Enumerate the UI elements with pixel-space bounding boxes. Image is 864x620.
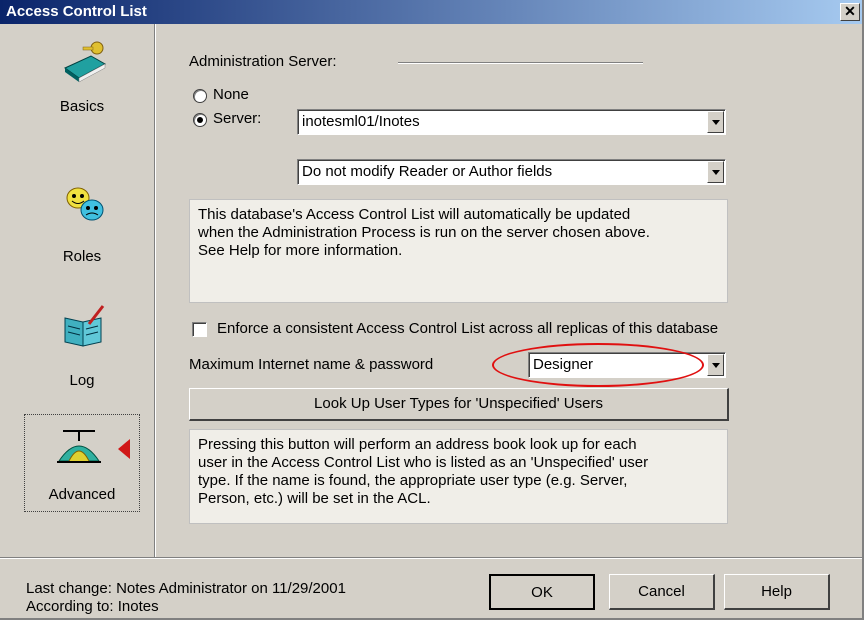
lookup-info-text: Pressing this button will perform an add… (189, 429, 728, 524)
nav-label-roles: Roles (62, 248, 102, 265)
nav-label-log: Log (69, 372, 95, 389)
enforce-checkbox[interactable] (192, 322, 207, 337)
log-book-icon (64, 305, 105, 347)
nav-item-roles[interactable]: Roles (25, 176, 139, 286)
nav-label-advanced: Advanced (48, 486, 116, 503)
help-button[interactable]: Help (724, 574, 830, 610)
radio-server[interactable] (193, 113, 207, 127)
admin-info-text: This database's Access Control List will… (189, 199, 728, 303)
radio-selected-dot (197, 117, 203, 123)
enforce-label: Enforce a consistent Access Control List… (217, 320, 719, 337)
heading-rule (398, 62, 643, 64)
close-icon: ✕ (844, 3, 856, 19)
acl-dialog: Access Control List ✕ Basics Roles Log A… (0, 0, 864, 620)
propeller-hat-icon (57, 430, 101, 463)
modify-fields-dropdown-button[interactable] (707, 161, 724, 183)
server-value: inotesml01/Inotes (302, 113, 420, 130)
selected-pointer-icon (118, 439, 130, 459)
max-internet-label: Maximum Internet name & password (189, 356, 434, 373)
radio-none[interactable] (193, 89, 207, 103)
according-to-text: According to: Inotes (26, 598, 159, 615)
admin-server-heading: Administration Server: (189, 53, 337, 70)
nav-label-basics: Basics (59, 98, 105, 115)
footer-divider (0, 557, 862, 559)
radio-server-label: Server: (213, 110, 262, 127)
help-label: Help (761, 583, 792, 600)
lookup-user-types-button[interactable]: Look Up User Types for 'Unspecified' Use… (189, 388, 729, 421)
lookup-button-label: Look Up User Types for 'Unspecified' Use… (314, 395, 603, 412)
ok-label: OK (531, 584, 553, 601)
nav-item-advanced[interactable]: Advanced (24, 414, 140, 512)
modify-fields-value: Do not modify Reader or Author fields (302, 163, 553, 180)
ok-button[interactable]: OK (489, 574, 595, 610)
highlight-ellipse (492, 343, 704, 387)
modify-fields-select[interactable]: Do not modify Reader or Author fields (297, 159, 726, 185)
server-select[interactable]: inotesml01/Inotes (297, 109, 726, 135)
book-key-icon (64, 41, 107, 83)
server-dropdown-button[interactable] (707, 111, 724, 133)
masks-icon (66, 187, 104, 221)
max-internet-dropdown-button[interactable] (707, 354, 724, 376)
cancel-button[interactable]: Cancel (609, 574, 715, 610)
last-change-text: Last change: Notes Administrator on 11/2… (26, 580, 346, 597)
close-button[interactable]: ✕ (840, 3, 860, 21)
nav-item-basics[interactable]: Basics (25, 38, 139, 148)
radio-none-label: None (213, 86, 249, 103)
nav-item-log[interactable]: Log (25, 302, 139, 402)
window-title: Access Control List (6, 3, 147, 20)
nav-divider (154, 24, 156, 557)
cancel-label: Cancel (638, 583, 685, 600)
title-bar[interactable]: Access Control List ✕ (0, 0, 862, 24)
